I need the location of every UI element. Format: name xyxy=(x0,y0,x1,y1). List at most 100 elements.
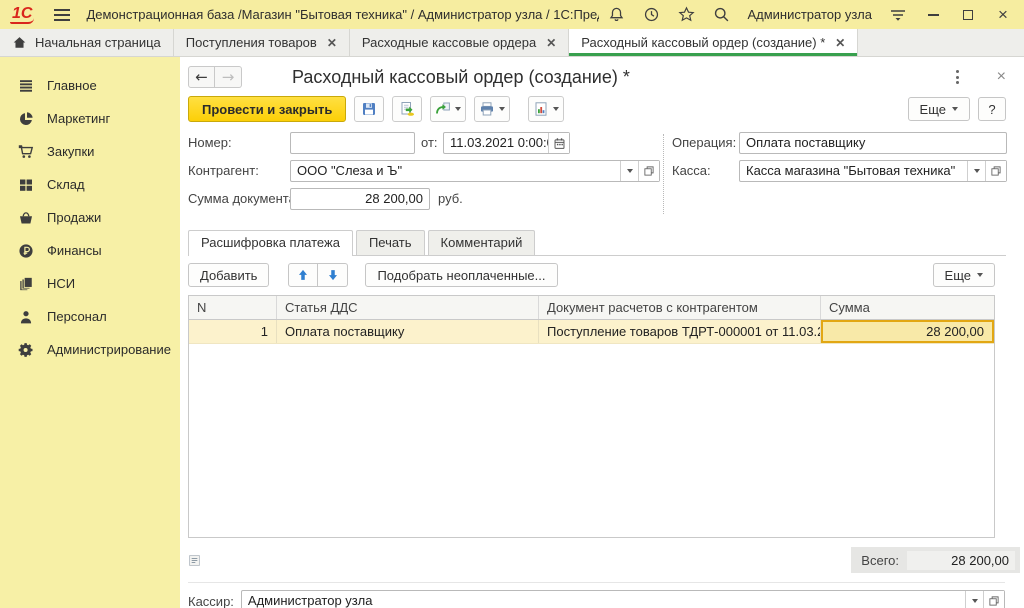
column-header-dds[interactable]: Статья ДДС xyxy=(277,296,539,319)
sidebar-item-sales[interactable]: Продажи xyxy=(0,201,180,234)
contractor-field[interactable]: ООО "Слеза и Ъ" xyxy=(290,160,660,182)
close-tab-icon[interactable]: ✕ xyxy=(835,36,845,50)
more-label: Еще xyxy=(920,102,946,117)
column-header-sum[interactable]: Сумма xyxy=(821,296,994,319)
form-kebab-menu-icon[interactable] xyxy=(954,68,961,86)
sidebar-item-label: Финансы xyxy=(47,243,102,258)
dropdown-button[interactable] xyxy=(967,161,985,181)
number-field[interactable] xyxy=(290,132,415,154)
floppy-save-icon xyxy=(361,101,377,117)
dropdown-arrow-icon xyxy=(627,169,633,173)
close-form-icon[interactable]: × xyxy=(997,70,1006,84)
save-button[interactable] xyxy=(354,96,384,122)
sidebar-item-nsi[interactable]: НСИ xyxy=(0,267,180,300)
operation-field[interactable]: Оплата поставщику xyxy=(739,132,1007,154)
table-row[interactable]: 1 Оплата поставщику Поступление товаров … xyxy=(189,320,994,344)
tab-goods-receipts[interactable]: Поступления товаров ✕ xyxy=(174,29,350,56)
pick-unpaid-button[interactable]: Подобрать неоплаченные... xyxy=(365,263,557,287)
payment-details-table: N Статья ДДС Документ расчетов с контраг… xyxy=(188,295,995,538)
date-field[interactable]: 11.03.2021 0:00:00 xyxy=(443,132,570,154)
ruble-coin-icon xyxy=(18,243,34,259)
minimize-icon[interactable] xyxy=(924,6,942,24)
cashbox-field[interactable]: Касса магазина "Бытовая техника" xyxy=(739,160,1007,182)
sidebar-item-label: Закупки xyxy=(47,144,94,159)
tab-cash-order-new[interactable]: Расходный кассовый ордер (создание) * ✕ xyxy=(569,29,858,56)
maximize-icon[interactable] xyxy=(959,6,977,24)
column-header-doc[interactable]: Документ расчетов с контрагентом xyxy=(539,296,821,319)
dropdown-button[interactable] xyxy=(965,591,983,608)
sidebar-item-marketing[interactable]: Маркетинг xyxy=(0,102,180,135)
cell-sum-active[interactable]: 28 200,00 xyxy=(821,320,994,343)
arrow-down-icon xyxy=(326,268,340,282)
tab-label: Расходный кассовый ордер (создание) * xyxy=(581,35,825,50)
sidebar-item-main[interactable]: Главное xyxy=(0,69,180,102)
tab-home[interactable]: Начальная страница xyxy=(0,29,174,56)
dropdown-arrow-icon xyxy=(499,107,505,111)
table-more-button[interactable]: Еще xyxy=(933,263,995,287)
print-button[interactable] xyxy=(474,96,510,122)
currency-label: руб. xyxy=(438,188,463,210)
cashier-field[interactable]: Администратор узла xyxy=(241,590,1005,608)
sidebar-item-warehouse[interactable]: Склад xyxy=(0,168,180,201)
grid-icon xyxy=(18,177,34,193)
help-button[interactable]: ? xyxy=(978,97,1006,121)
open-item-icon[interactable] xyxy=(983,591,1004,608)
total-label: Всего: xyxy=(861,553,899,568)
cashier-row: Кассир: Администратор узла xyxy=(188,582,1005,608)
arrow-up-icon xyxy=(296,268,310,282)
back-button[interactable]: ← xyxy=(188,66,215,88)
tab-payment-details[interactable]: Расшифровка платежа xyxy=(188,230,353,255)
amount-field[interactable]: 28 200,00 xyxy=(290,188,430,210)
add-row-button[interactable]: Добавить xyxy=(188,263,269,287)
table-footer: Всего: 28 200,00 xyxy=(188,547,1020,573)
form-title: Расходный кассовый ордер (создание) * xyxy=(292,67,630,88)
amount-label: Сумма документа: xyxy=(188,188,299,210)
forward-button[interactable]: → xyxy=(215,66,242,88)
service-menu-icon[interactable] xyxy=(889,6,907,24)
menu-lines-icon xyxy=(18,78,34,94)
notifications-bell-icon[interactable] xyxy=(607,6,625,24)
dropdown-arrow-icon xyxy=(553,107,559,111)
app-window: 1С Демонстрационная база /Магазин "Бытов… xyxy=(0,0,1024,608)
create-based-on-button[interactable] xyxy=(430,96,466,122)
post-and-close-button[interactable]: Провести и закрыть xyxy=(188,96,346,122)
sidebar-item-label: Маркетинг xyxy=(47,111,110,126)
close-tab-icon[interactable]: ✕ xyxy=(327,36,337,50)
tab-cash-orders-list[interactable]: Расходные кассовые ордера ✕ xyxy=(350,29,569,56)
sidebar-item-administration[interactable]: Администрирование xyxy=(0,333,180,366)
form-more-button[interactable]: Еще xyxy=(908,97,970,121)
table-toolbar: Добавить Подобрать неоплаченные... Еще xyxy=(180,256,1024,293)
dropdown-button[interactable] xyxy=(620,161,638,181)
sidebar-item-personnel[interactable]: Персонал xyxy=(0,300,180,333)
history-icon[interactable] xyxy=(642,6,660,24)
open-item-icon[interactable] xyxy=(985,161,1006,181)
move-row-up-button[interactable] xyxy=(288,263,318,287)
tab-print[interactable]: Печать xyxy=(356,230,425,255)
contractor-label: Контрагент: xyxy=(188,160,259,182)
fields-divider xyxy=(663,134,664,214)
sidebar-item-label: Склад xyxy=(47,177,85,192)
calendar-icon[interactable] xyxy=(548,133,569,153)
cell-row-number[interactable]: 1 xyxy=(189,320,277,343)
cashbox-value: Касса магазина "Бытовая техника" xyxy=(740,161,967,181)
move-row-down-button[interactable] xyxy=(318,263,348,287)
favorites-star-icon[interactable] xyxy=(677,6,695,24)
close-window-icon[interactable]: × xyxy=(994,6,1012,24)
main-menu-icon[interactable] xyxy=(54,9,70,21)
report-chart-icon xyxy=(533,101,549,117)
table-header: N Статья ДДС Документ расчетов с контраг… xyxy=(189,296,994,320)
sidebar-item-purchases[interactable]: Закупки xyxy=(0,135,180,168)
cell-settlement-document[interactable]: Поступление товаров ТДРТ-000001 от 11.03… xyxy=(539,320,821,343)
cell-dds-item[interactable]: Оплата поставщику xyxy=(277,320,539,343)
titlebar: 1С Демонстрационная база /Магазин "Бытов… xyxy=(0,0,1024,29)
close-tab-icon[interactable]: ✕ xyxy=(546,36,556,50)
post-document-button[interactable] xyxy=(392,96,422,122)
comment-list-icon[interactable] xyxy=(188,554,201,567)
tab-comment[interactable]: Комментарий xyxy=(428,230,536,255)
sidebar-item-finance[interactable]: Финансы xyxy=(0,234,180,267)
search-icon[interactable] xyxy=(712,6,730,24)
column-header-n[interactable]: N xyxy=(189,296,277,319)
open-item-icon[interactable] xyxy=(638,161,659,181)
reports-button[interactable] xyxy=(528,96,564,122)
current-user[interactable]: Администратор узла xyxy=(747,7,872,22)
